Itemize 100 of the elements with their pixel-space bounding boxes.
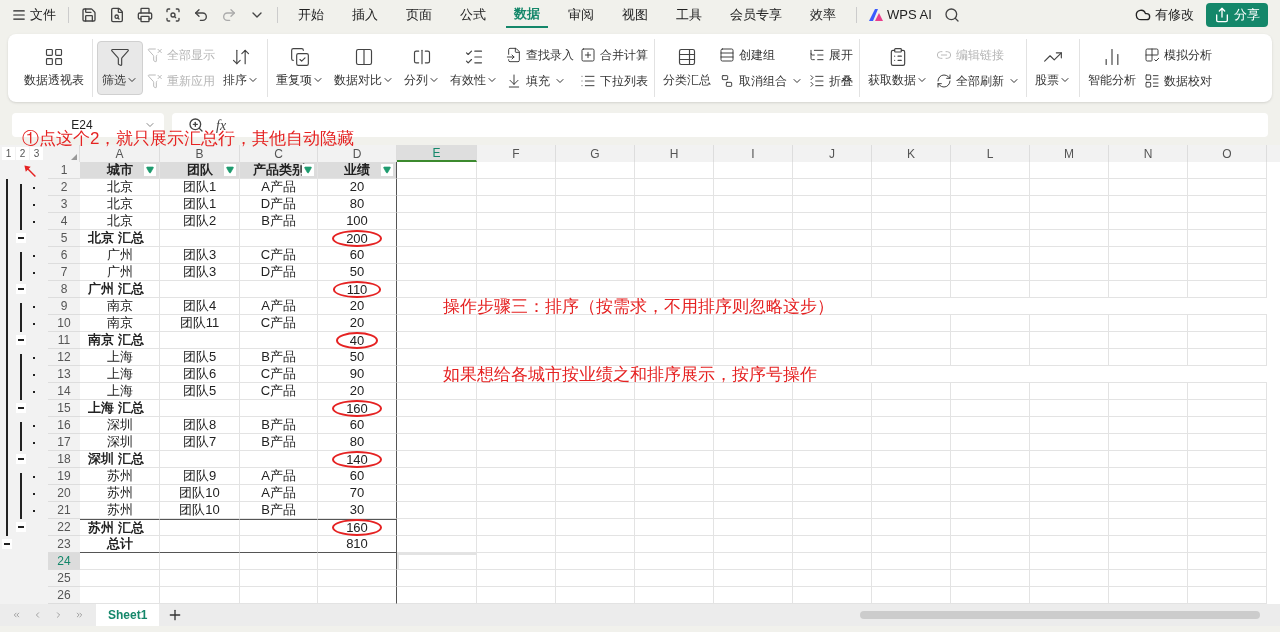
row-header[interactable]: 9: [48, 298, 80, 315]
row-header[interactable]: 19: [48, 468, 80, 485]
ribbon-small-button[interactable]: 下拉列表: [580, 72, 648, 90]
share-button[interactable]: 分享: [1206, 3, 1268, 27]
outline-level-button[interactable]: 3: [30, 147, 43, 160]
previous-sheet-icon[interactable]: [33, 609, 42, 621]
ai-button[interactable]: WPS AI: [869, 5, 932, 25]
row-header[interactable]: 13: [48, 366, 80, 383]
ribbon-button[interactable]: 分类汇总: [659, 41, 715, 95]
column-header[interactable]: N: [1109, 145, 1188, 162]
row-header[interactable]: 18: [48, 451, 80, 468]
column-header[interactable]: K: [872, 145, 951, 162]
ribbon-small-button[interactable]: 展开: [809, 46, 853, 64]
next-sheet-icon[interactable]: [54, 609, 63, 621]
horizontal-scrollbar[interactable]: [860, 611, 1260, 619]
row-header[interactable]: 7: [48, 264, 80, 281]
ribbon-button[interactable]: 智能分析: [1084, 41, 1140, 95]
ribbon-small-button[interactable]: 查找录入: [506, 46, 574, 64]
row-header[interactable]: 15: [48, 400, 80, 417]
outline-level-button[interactable]: 1: [2, 147, 15, 160]
column-header[interactable]: L: [951, 145, 1030, 162]
toolbar-icon[interactable]: [109, 7, 125, 23]
selected-cell[interactable]: [397, 553, 477, 570]
column-header[interactable]: M: [1030, 145, 1109, 162]
collapse-button[interactable]: [16, 233, 26, 243]
grid-cell[interactable]: [240, 519, 318, 536]
row-header[interactable]: 23: [48, 536, 80, 553]
ribbon-button[interactable]: 获取数据: [864, 41, 932, 95]
row-header[interactable]: 3: [48, 196, 80, 213]
column-header[interactable]: G: [556, 145, 635, 162]
ribbon-small-button[interactable]: 折叠: [809, 72, 853, 90]
collapse-button[interactable]: [16, 284, 26, 294]
save-status[interactable]: 有修改: [1135, 5, 1194, 25]
grid-cell[interactable]: [318, 553, 397, 570]
ribbon-tab[interactable]: 效率: [802, 2, 844, 28]
toolbar-icon[interactable]: [165, 7, 181, 23]
column-header[interactable]: J: [793, 145, 872, 162]
collapse-button[interactable]: [2, 539, 12, 549]
ribbon-button[interactable]: 股票: [1031, 41, 1075, 95]
column-header[interactable]: F: [477, 145, 556, 162]
ribbon-button[interactable]: 筛选: [97, 41, 143, 95]
ribbon-small-button[interactable]: 模拟分析: [1144, 46, 1212, 64]
column-header[interactable]: I: [714, 145, 793, 162]
collapse-button[interactable]: [16, 454, 26, 464]
ribbon-small-button[interactable]: 全部刷新: [936, 72, 1020, 90]
row-header[interactable]: 8: [48, 281, 80, 298]
row-header[interactable]: 17: [48, 434, 80, 451]
toolbar-icon[interactable]: [193, 7, 209, 23]
ribbon-small-button[interactable]: 创建组: [719, 46, 803, 64]
ribbon-small-button[interactable]: 填充: [506, 72, 574, 90]
outline-level-button[interactable]: 2: [16, 147, 29, 160]
ribbon-button[interactable]: 数据透视表: [20, 41, 88, 95]
ribbon-tab[interactable]: 插入: [344, 2, 386, 28]
row-header[interactable]: 1: [48, 162, 80, 179]
row-header[interactable]: 14: [48, 383, 80, 400]
row-header[interactable]: 2: [48, 179, 80, 196]
sheet-tab[interactable]: Sheet1: [96, 604, 160, 626]
row-header[interactable]: 12: [48, 349, 80, 366]
column-header[interactable]: H: [635, 145, 714, 162]
grid-cell[interactable]: [160, 519, 240, 536]
row-header[interactable]: 22: [48, 519, 80, 536]
filter-dropdown-button[interactable]: [144, 164, 156, 176]
ribbon-tab[interactable]: 数据: [506, 2, 548, 28]
ribbon-button[interactable]: 分列: [400, 41, 444, 95]
ribbon-tab[interactable]: 会员专享: [722, 2, 790, 28]
grid-cell[interactable]: 如果想给各城市按业绩之和排序展示，按序号操作: [397, 366, 1267, 383]
ribbon-tab[interactable]: 页面: [398, 2, 440, 28]
row-header[interactable]: 6: [48, 247, 80, 264]
collapse-button[interactable]: [16, 335, 26, 345]
ribbon-tab[interactable]: 公式: [452, 2, 494, 28]
filter-dropdown-button[interactable]: [381, 164, 393, 176]
ribbon-tab[interactable]: 开始: [290, 2, 332, 28]
ribbon-small-button[interactable]: 合并计算: [580, 46, 648, 64]
collapse-button[interactable]: [16, 522, 26, 532]
row-header[interactable]: 16: [48, 417, 80, 434]
ribbon-tab[interactable]: 审阅: [560, 2, 602, 28]
collapse-button[interactable]: [16, 403, 26, 413]
ribbon-tab[interactable]: 工具: [668, 2, 710, 28]
ribbon-small-button[interactable]: 数据校对: [1144, 72, 1212, 90]
row-header[interactable]: 25: [48, 570, 80, 587]
toolbar-icon[interactable]: [81, 7, 97, 23]
row-header[interactable]: 20: [48, 485, 80, 502]
ribbon-button[interactable]: 排序: [219, 41, 263, 95]
toolbar-icon[interactable]: [137, 7, 153, 23]
row-header[interactable]: 21: [48, 502, 80, 519]
file-menu[interactable]: 文件: [12, 5, 56, 25]
ribbon-tab[interactable]: 视图: [614, 2, 656, 28]
row-header[interactable]: 11: [48, 332, 80, 349]
ribbon-button[interactable]: 重复项: [272, 41, 328, 95]
search-icon[interactable]: [943, 7, 960, 23]
grid-cell[interactable]: 操作步骤三：排序（按需求，不用排序则忽略这步）: [397, 298, 1267, 315]
filter-dropdown-button[interactable]: [224, 164, 236, 176]
row-header[interactable]: 26: [48, 587, 80, 604]
row-header[interactable]: 10: [48, 315, 80, 332]
grid-cell[interactable]: [318, 570, 397, 587]
ribbon-small-button[interactable]: 取消组合: [719, 72, 803, 90]
column-header[interactable]: O: [1188, 145, 1267, 162]
row-header[interactable]: 4: [48, 213, 80, 230]
ribbon-button[interactable]: 数据对比: [330, 41, 398, 95]
ribbon-button[interactable]: 有效性: [446, 41, 502, 95]
